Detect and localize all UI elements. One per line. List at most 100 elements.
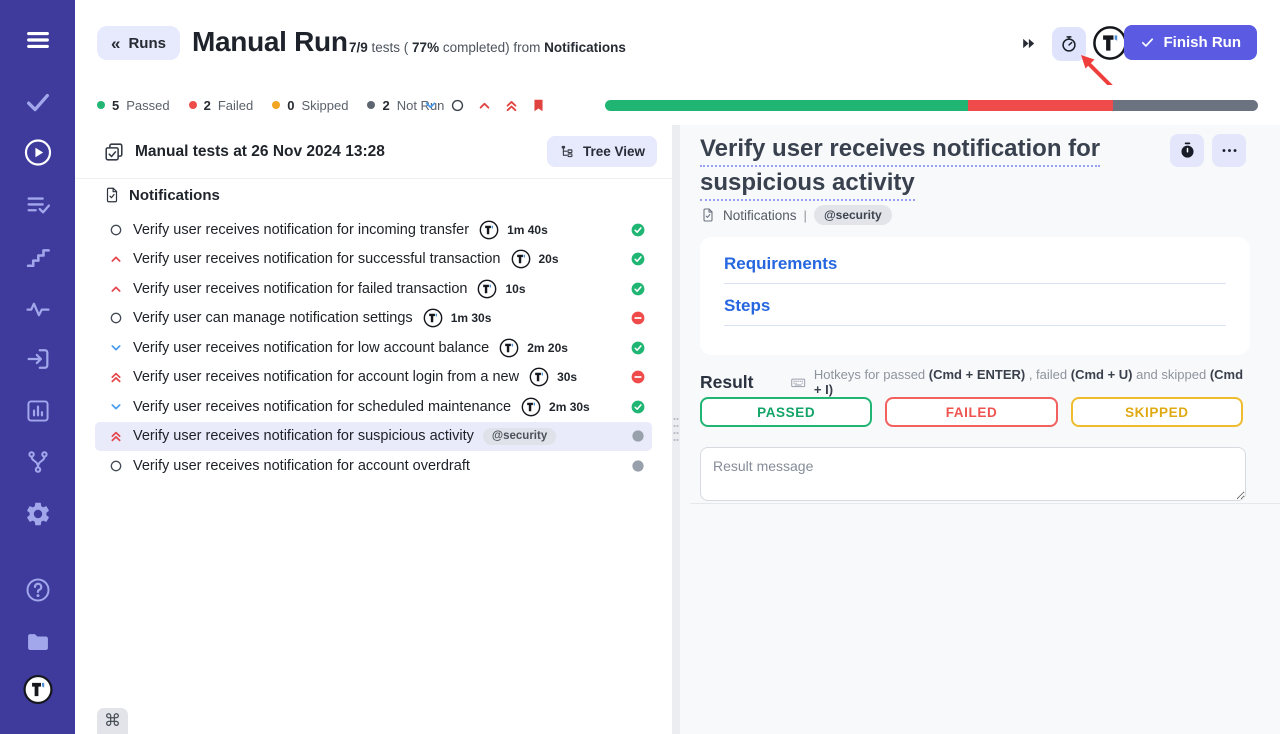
test-row[interactable]: Verify user can manage notification sett…	[95, 304, 652, 334]
back-to-runs-button[interactable]: « Runs	[97, 26, 180, 60]
timer-button[interactable]	[1052, 27, 1086, 61]
runs-icon	[22, 137, 53, 168]
test-row[interactable]: Verify user receives notification for ac…	[95, 451, 652, 481]
test-row[interactable]: Verify user receives notification for in…	[95, 215, 652, 245]
grip-dots-icon	[672, 415, 680, 445]
fast-forward-icon[interactable]	[1020, 35, 1037, 52]
status-dot-icon	[272, 101, 280, 109]
section-heading-requirements[interactable]: Requirements	[724, 254, 1226, 274]
bookmark-filter-icon[interactable]	[530, 97, 547, 114]
test-duration: 30s	[557, 370, 577, 384]
hotkey-part: (Cmd + ENTER)	[929, 367, 1025, 382]
section-heading-steps[interactable]: Steps	[724, 296, 1226, 316]
app-logo-icon	[499, 338, 519, 358]
skipped-button[interactable]: SKIPPED	[1071, 397, 1243, 427]
tests-icon	[24, 88, 52, 116]
hotkey-part: (Cmd + U)	[1071, 367, 1133, 382]
double-chevron-left-icon: «	[111, 35, 120, 52]
sidebar-item-projects[interactable]	[24, 628, 52, 656]
test-row[interactable]: Verify user receives notification for fa…	[95, 274, 652, 304]
settings-icon	[24, 500, 52, 528]
suite-row[interactable]: Notifications	[103, 186, 220, 204]
sidebar-item-runs[interactable]	[22, 137, 53, 168]
test-row[interactable]: Verify user receives notification for ac…	[95, 363, 652, 393]
test-row[interactable]: Verify user receives notification for su…	[95, 422, 652, 452]
menu-icon	[24, 26, 52, 54]
logo-icon	[22, 674, 53, 705]
sidebar-item-tests[interactable]	[24, 88, 52, 116]
sidebar-item-branches[interactable]	[24, 448, 52, 476]
status-passed-icon	[630, 340, 646, 356]
test-title: Verify user receives notification for ac…	[133, 458, 470, 474]
panel-resize-handle[interactable]	[672, 125, 680, 734]
priority-none-filter-icon[interactable]	[449, 97, 466, 114]
tree-view-label: Tree View	[583, 144, 645, 159]
sidebar-item-logo[interactable]	[22, 674, 53, 705]
app-logo-icon	[477, 279, 497, 299]
failed-button[interactable]: FAILED	[885, 397, 1057, 427]
app-logo-icon[interactable]	[1092, 25, 1128, 61]
test-title[interactable]: Verify user receives notification for su…	[700, 132, 1178, 200]
tag-badge[interactable]: @security	[814, 205, 892, 225]
test-timer-button[interactable]	[1170, 134, 1204, 167]
test-title: Verify user receives notification for fa…	[133, 281, 467, 297]
breadcrumb-separator: |	[804, 208, 807, 223]
priority-highest-filter-icon[interactable]	[503, 97, 520, 114]
breadcrumb-suite[interactable]: Notifications	[723, 208, 797, 223]
section-underline	[724, 283, 1226, 284]
sections-card: Requirements Steps	[700, 237, 1250, 355]
status-notrun-icon	[630, 458, 646, 474]
sidebar-item-steps[interactable]	[24, 243, 52, 271]
ellipsis-icon	[1220, 141, 1239, 160]
run-progress-bar	[605, 100, 1258, 111]
status-passed-icon	[630, 251, 646, 267]
sidebar-item-menu[interactable]	[24, 26, 52, 54]
legend-label: Failed	[218, 98, 253, 113]
file-icon	[103, 186, 121, 204]
sidebar-item-settings[interactable]	[24, 500, 52, 528]
run-subtitle: 7/9 tests ( 77% completed) from Notifica…	[349, 40, 626, 55]
status-notrun-icon	[630, 428, 646, 444]
progress-segment-failed	[968, 100, 1113, 111]
status-passed-icon	[630, 222, 646, 238]
sidebar-item-pulse[interactable]	[24, 295, 52, 323]
analytics-icon	[24, 397, 52, 425]
app-logo-icon	[423, 308, 443, 328]
result-message-input[interactable]	[700, 447, 1246, 501]
command-shortcut-button[interactable]: ⌘	[97, 708, 128, 734]
hotkey-part: and skipped	[1132, 367, 1209, 382]
subtitle-part: 77%	[412, 40, 439, 55]
status-dot-icon	[97, 101, 105, 109]
priority-high-filter-icon[interactable]	[476, 97, 493, 114]
sidebar	[0, 0, 75, 734]
priority-high-icon	[108, 281, 124, 297]
test-row[interactable]: Verify user receives notification for lo…	[95, 333, 652, 363]
legend-failed: 2 Failed	[189, 98, 254, 113]
priority-filters	[422, 85, 547, 125]
tree-view-button[interactable]: Tree View	[547, 136, 657, 167]
sidebar-item-analytics[interactable]	[24, 397, 52, 425]
test-row[interactable]: Verify user receives notification for su…	[95, 245, 652, 275]
sidebar-item-help[interactable]	[24, 576, 52, 604]
breadcrumb: Notifications | @security	[700, 205, 892, 225]
status-passed-icon	[630, 399, 646, 415]
progress-segment-passed	[605, 100, 968, 111]
sidebar-item-test-plans[interactable]	[24, 191, 52, 219]
priority-low-filter-icon[interactable]	[422, 97, 439, 114]
sidebar-item-import[interactable]	[24, 345, 52, 373]
priority-highest-icon	[108, 369, 124, 385]
section-divider	[690, 503, 1280, 504]
app-logo-icon	[479, 220, 499, 240]
passed-button[interactable]: PASSED	[700, 397, 872, 427]
test-duration: 2m 20s	[527, 341, 568, 355]
test-row[interactable]: Verify user receives notification for sc…	[95, 392, 652, 422]
status-dot-icon	[189, 101, 197, 109]
hotkeys-text: Hotkeys for passed (Cmd + ENTER) , faile…	[814, 367, 1250, 397]
more-options-button[interactable]	[1212, 134, 1246, 167]
test-title: Verify user receives notification for ac…	[133, 369, 519, 385]
keyboard-icon	[790, 374, 806, 391]
finish-run-label: Finish Run	[1164, 34, 1242, 51]
finish-run-button[interactable]: Finish Run	[1124, 25, 1258, 60]
legend-count: 2	[204, 98, 211, 113]
test-title: Verify user receives notification for lo…	[133, 340, 489, 356]
